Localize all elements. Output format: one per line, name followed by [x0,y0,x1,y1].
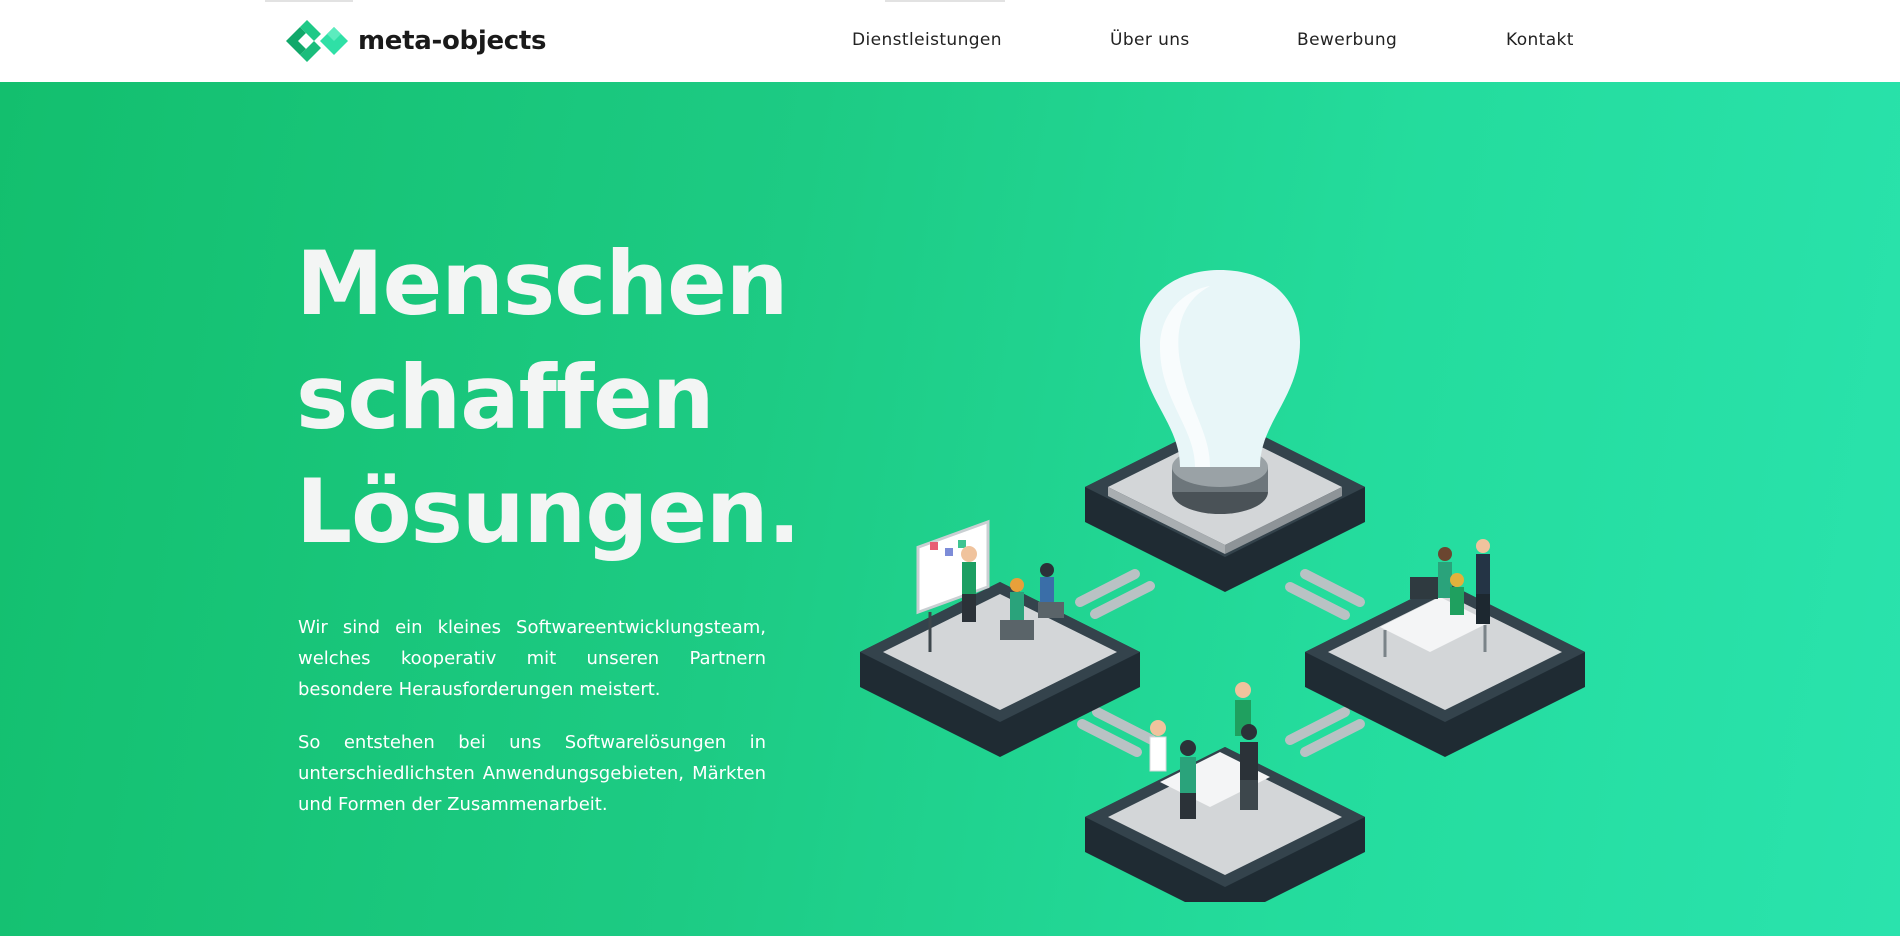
hero-title-line: Lösungen. [296,460,801,563]
logo-icon [286,20,348,62]
logo-home-link[interactable]: meta-objects [286,20,547,62]
tab-indicator [265,0,353,2]
hero-title-line: Menschen [296,232,788,335]
nav-link-kontakt[interactable]: Kontakt [1506,30,1574,50]
tab-indicator [885,0,1005,2]
nav-link-bewerbung[interactable]: Bewerbung [1297,30,1397,50]
top-navigation-bar: meta-objects Dienstleistungen Über uns B… [0,0,1900,82]
hero-paragraph-solutions: So entstehen bei uns Softwarelösungen in… [298,732,766,815]
nav-link-dienstleistungen[interactable]: Dienstleistungen [852,30,1002,50]
hero-title: Menschen schaffen Lösungen. [296,227,801,569]
logo-text: meta-objects [358,26,547,56]
hero-section: Menschen schaffen Lösungen. Wir sind ein… [0,82,1900,936]
hero-paragraph-intro: Wir sind ein kleines Softwareentwicklung… [298,617,766,700]
hero-title-line: schaffen [296,346,714,449]
isometric-teamwork-illustration [860,270,1585,902]
nav-link-ueber-uns[interactable]: Über uns [1110,30,1190,50]
